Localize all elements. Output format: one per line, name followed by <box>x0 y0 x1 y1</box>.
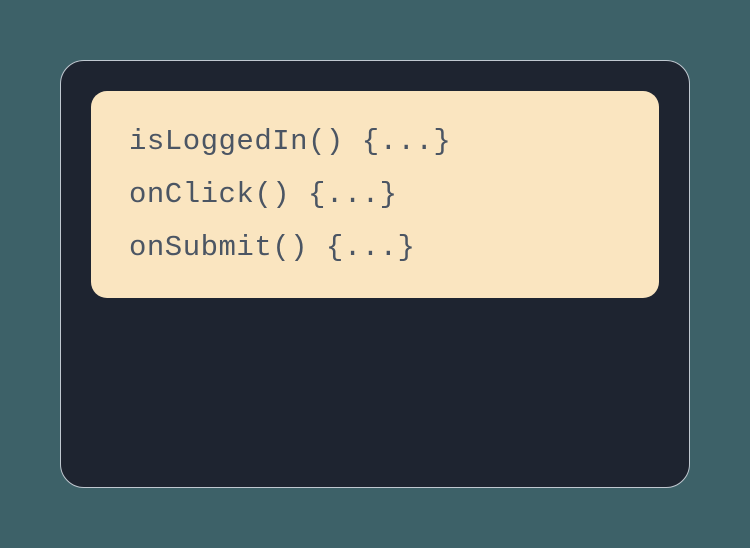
code-block: isLoggedIn() {...} onClick() {...} onSub… <box>91 91 659 298</box>
code-line: onClick() {...} <box>129 178 621 211</box>
code-line: isLoggedIn() {...} <box>129 125 621 158</box>
code-line: onSubmit() {...} <box>129 231 621 264</box>
code-editor-panel: isLoggedIn() {...} onClick() {...} onSub… <box>60 60 690 488</box>
